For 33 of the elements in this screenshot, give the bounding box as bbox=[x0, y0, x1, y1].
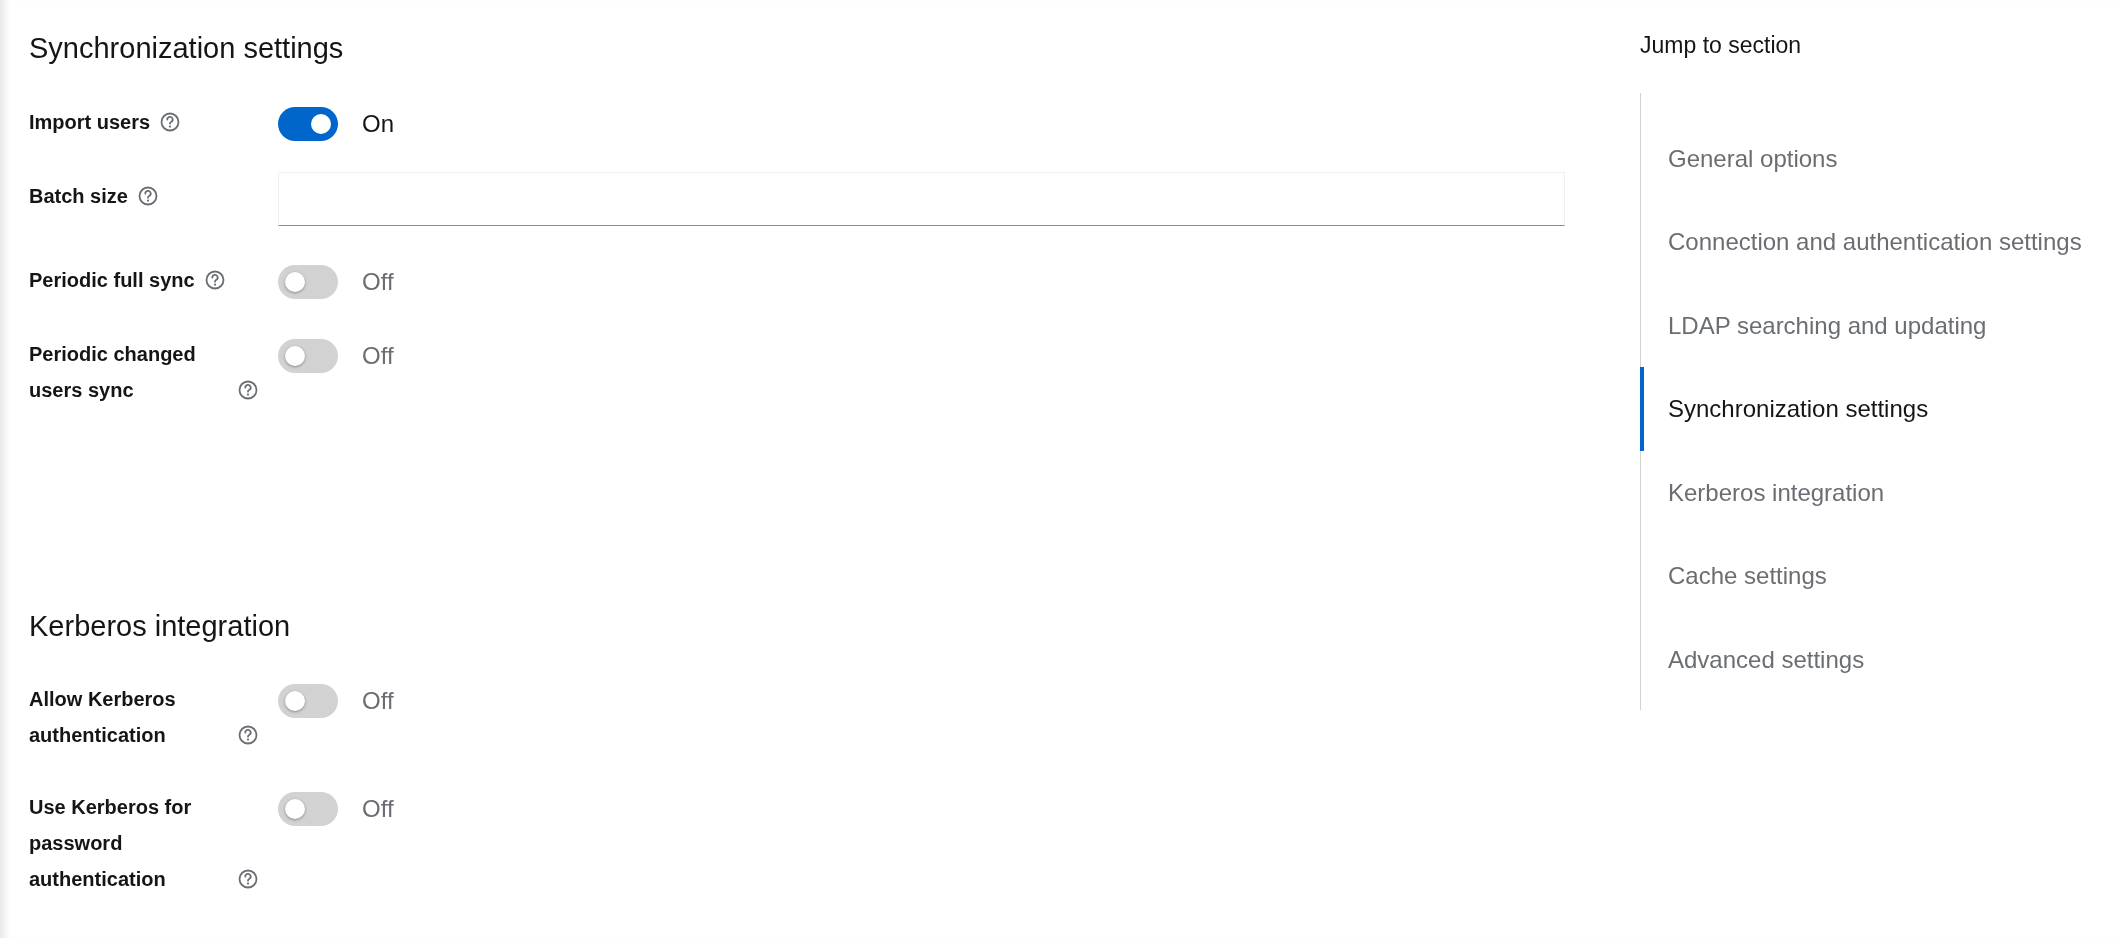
input-field[interactable] bbox=[278, 171, 1565, 226]
jump-nav-link[interactable]: Synchronization settings bbox=[1640, 367, 2123, 451]
toggle-switch[interactable] bbox=[278, 338, 338, 373]
toggle-switch[interactable] bbox=[278, 264, 338, 299]
toggle-switch[interactable] bbox=[278, 106, 338, 141]
jump-nav-link[interactable]: Connection and authentication settings bbox=[1640, 200, 2123, 284]
field-label: Import users bbox=[29, 109, 151, 135]
toggle-switch[interactable] bbox=[278, 792, 338, 827]
jump-nav-link[interactable]: Kerberos integration bbox=[1640, 450, 2123, 535]
toggle-state-label: Off bbox=[362, 340, 394, 371]
jump-nav-link[interactable]: Cache settings bbox=[1640, 534, 2123, 619]
help-icon[interactable] bbox=[238, 869, 258, 890]
section-heading: Synchronization settings bbox=[29, 31, 345, 66]
field-label: Allow Kerberos authentication bbox=[29, 687, 177, 749]
help-icon[interactable] bbox=[204, 269, 225, 290]
toggle-state-label: On bbox=[362, 108, 394, 139]
jump-nav-link[interactable]: LDAP searching and updating bbox=[1640, 283, 2123, 368]
toggle-switch[interactable] bbox=[278, 684, 338, 719]
toggle-state-label: Off bbox=[362, 266, 394, 297]
field-label: Periodic changed users sync bbox=[29, 341, 197, 403]
section-heading: Kerberos integration bbox=[29, 608, 292, 644]
field-label: Use Kerberos for password authentication bbox=[29, 795, 193, 893]
help-icon[interactable] bbox=[238, 379, 258, 400]
field-label: Periodic full sync bbox=[29, 267, 195, 293]
help-icon[interactable] bbox=[238, 725, 258, 746]
help-icon[interactable] bbox=[160, 111, 181, 132]
toggle-state-label: Off bbox=[362, 686, 394, 717]
jump-nav-title: Jump to section bbox=[1640, 31, 1803, 60]
field-label: Batch size bbox=[29, 183, 128, 209]
help-icon[interactable] bbox=[137, 185, 158, 206]
toggle-state-label: Off bbox=[362, 794, 394, 825]
jump-nav-link[interactable]: Advanced settings bbox=[1640, 618, 2123, 702]
jump-nav-link[interactable]: General options bbox=[1640, 116, 2123, 201]
